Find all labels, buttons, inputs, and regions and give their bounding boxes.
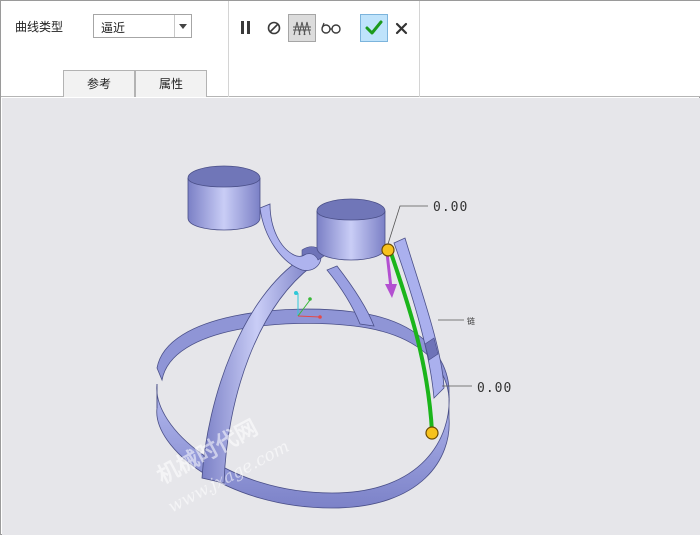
pause-icon bbox=[241, 21, 250, 34]
cylinder-top-middle bbox=[316, 198, 386, 261]
dashboard-toolbar: 曲线类型 逼近 参考 属性 bbox=[1, 1, 700, 97]
base-ring bbox=[156, 308, 450, 509]
close-icon bbox=[395, 22, 408, 35]
control-group bbox=[229, 1, 420, 97]
verify-mode-button[interactable] bbox=[288, 14, 316, 42]
tangency-value-top[interactable]: 0.00 bbox=[433, 200, 468, 215]
graphics-viewport[interactable]: 0.00 0.00 链 机械时代网 www.jxage.com bbox=[2, 98, 700, 535]
connector-strip bbox=[259, 203, 325, 271]
window-frame: 曲线类型 逼近 参考 属性 0.00 0.00 链 机械时代网 www.jxag… bbox=[0, 0, 700, 535]
curve-type-select[interactable]: 逼近 bbox=[93, 14, 192, 38]
glasses-preview-button[interactable] bbox=[317, 14, 345, 42]
no-preview-button[interactable] bbox=[260, 14, 288, 42]
curve-type-value: 逼近 bbox=[101, 21, 126, 35]
options-group: 曲线类型 逼近 参考 属性 bbox=[1, 1, 229, 97]
side-strip bbox=[393, 237, 445, 399]
curve-type-label: 曲线类型 bbox=[15, 20, 64, 34]
tangency-value-bottom[interactable]: 0.00 bbox=[477, 381, 512, 396]
leader-top bbox=[387, 205, 428, 245]
model-canvas: 0.00 0.00 链 机械时代网 www.jxage.com bbox=[153, 165, 512, 517]
start-point-handle[interactable] bbox=[381, 243, 395, 257]
pause-button[interactable] bbox=[232, 14, 260, 42]
tab-properties[interactable]: 属性 bbox=[135, 70, 207, 97]
tab-references[interactable]: 参考 bbox=[63, 70, 135, 97]
end-point-handle[interactable] bbox=[425, 426, 439, 440]
cylinder-top-left bbox=[187, 165, 261, 231]
ok-button[interactable] bbox=[360, 14, 388, 42]
glasses-preview-icon bbox=[321, 22, 341, 34]
cancel-button[interactable] bbox=[388, 14, 416, 42]
verify-mode-icon bbox=[293, 21, 311, 36]
chevron-down-icon[interactable] bbox=[174, 15, 191, 37]
no-preview-icon bbox=[267, 21, 281, 35]
checkmark-icon bbox=[365, 20, 383, 35]
chain-label: 链 bbox=[467, 316, 475, 326]
